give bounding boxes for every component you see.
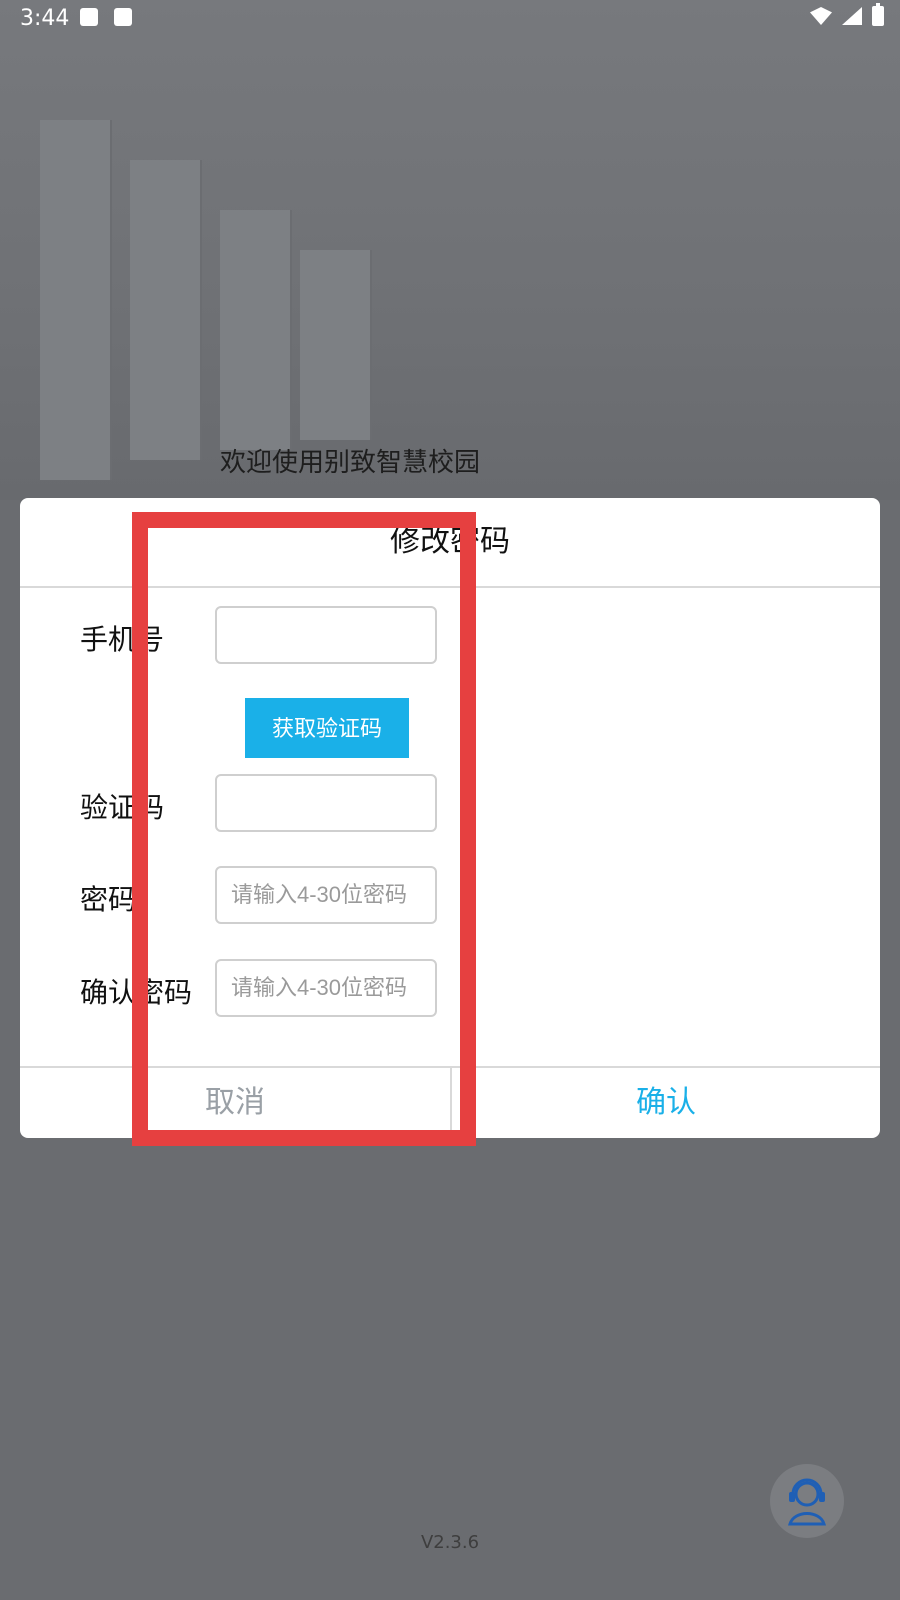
server-rack-decor bbox=[40, 120, 112, 480]
image-icon bbox=[80, 8, 98, 26]
confirm-button[interactable]: 确认 bbox=[452, 1068, 880, 1138]
background-photo bbox=[0, 0, 900, 500]
password-label: 密码 bbox=[80, 883, 137, 916]
status-right bbox=[810, 3, 884, 26]
customer-support-button[interactable] bbox=[770, 1464, 844, 1538]
status-bar: 3:44 bbox=[0, 0, 900, 38]
status-time: 3:44 bbox=[20, 6, 70, 31]
a-badge-icon bbox=[114, 8, 132, 26]
battery-icon bbox=[872, 3, 884, 26]
welcome-text: 欢迎使用别致智慧校园 bbox=[220, 448, 481, 478]
signal-icon bbox=[842, 7, 862, 25]
server-rack-decor bbox=[220, 210, 292, 450]
wifi-icon bbox=[810, 7, 832, 25]
headset-agent-icon bbox=[788, 1478, 826, 1526]
server-rack-decor bbox=[130, 160, 202, 460]
version-label: V2.3.6 bbox=[420, 1532, 480, 1553]
highlight-box bbox=[132, 512, 476, 1146]
server-rack-decor bbox=[300, 250, 372, 440]
